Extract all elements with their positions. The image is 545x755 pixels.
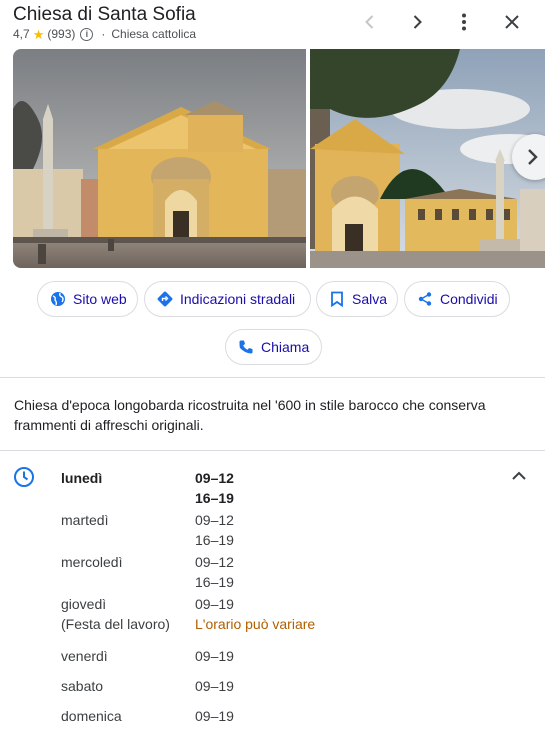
rating-line: 4,7 ★ (993) i · Chiesa cattolica: [13, 27, 196, 41]
holiday-note: (Festa del lavoro): [61, 616, 170, 632]
star-icon: ★: [32, 26, 45, 42]
directions-button[interactable]: Indicazioni stradali: [144, 281, 311, 317]
more-vert-icon[interactable]: [450, 8, 478, 36]
place-description: Chiesa d'epoca longobarda ricostruita ne…: [14, 397, 486, 433]
directions-icon: [156, 290, 174, 308]
place-category: Chiesa cattolica: [111, 27, 197, 41]
church-square-photo[interactable]: [310, 49, 545, 268]
hours-warning: L'orario può variare: [195, 616, 316, 632]
place-header: Chiesa di Santa Sofia 4,7 ★ (993) i · Ch…: [0, 0, 545, 48]
clock-icon: [13, 466, 35, 493]
phone-icon: [237, 338, 255, 356]
share-icon: [416, 290, 434, 308]
chevron-up-icon[interactable]: [511, 469, 527, 487]
photo-carousel: [13, 49, 545, 268]
close-icon[interactable]: [498, 8, 526, 36]
church-photo[interactable]: [13, 49, 306, 268]
divider: [0, 450, 545, 451]
separator: ·: [101, 27, 106, 41]
chevron-right-icon[interactable]: [403, 8, 431, 36]
share-button[interactable]: Condividi: [404, 281, 510, 317]
website-button[interactable]: Sito web: [37, 281, 138, 317]
save-button[interactable]: Salva: [316, 281, 398, 317]
call-button[interactable]: Chiama: [225, 329, 322, 365]
place-title: Chiesa di Santa Sofia: [13, 4, 196, 25]
bookmark-icon: [328, 290, 346, 308]
info-icon[interactable]: i: [80, 27, 94, 41]
review-count[interactable]: (993): [47, 27, 75, 41]
rating-value: 4,7: [13, 27, 30, 41]
chevron-left-icon[interactable]: [356, 8, 384, 36]
divider: [0, 377, 545, 378]
globe-icon: [49, 290, 67, 308]
